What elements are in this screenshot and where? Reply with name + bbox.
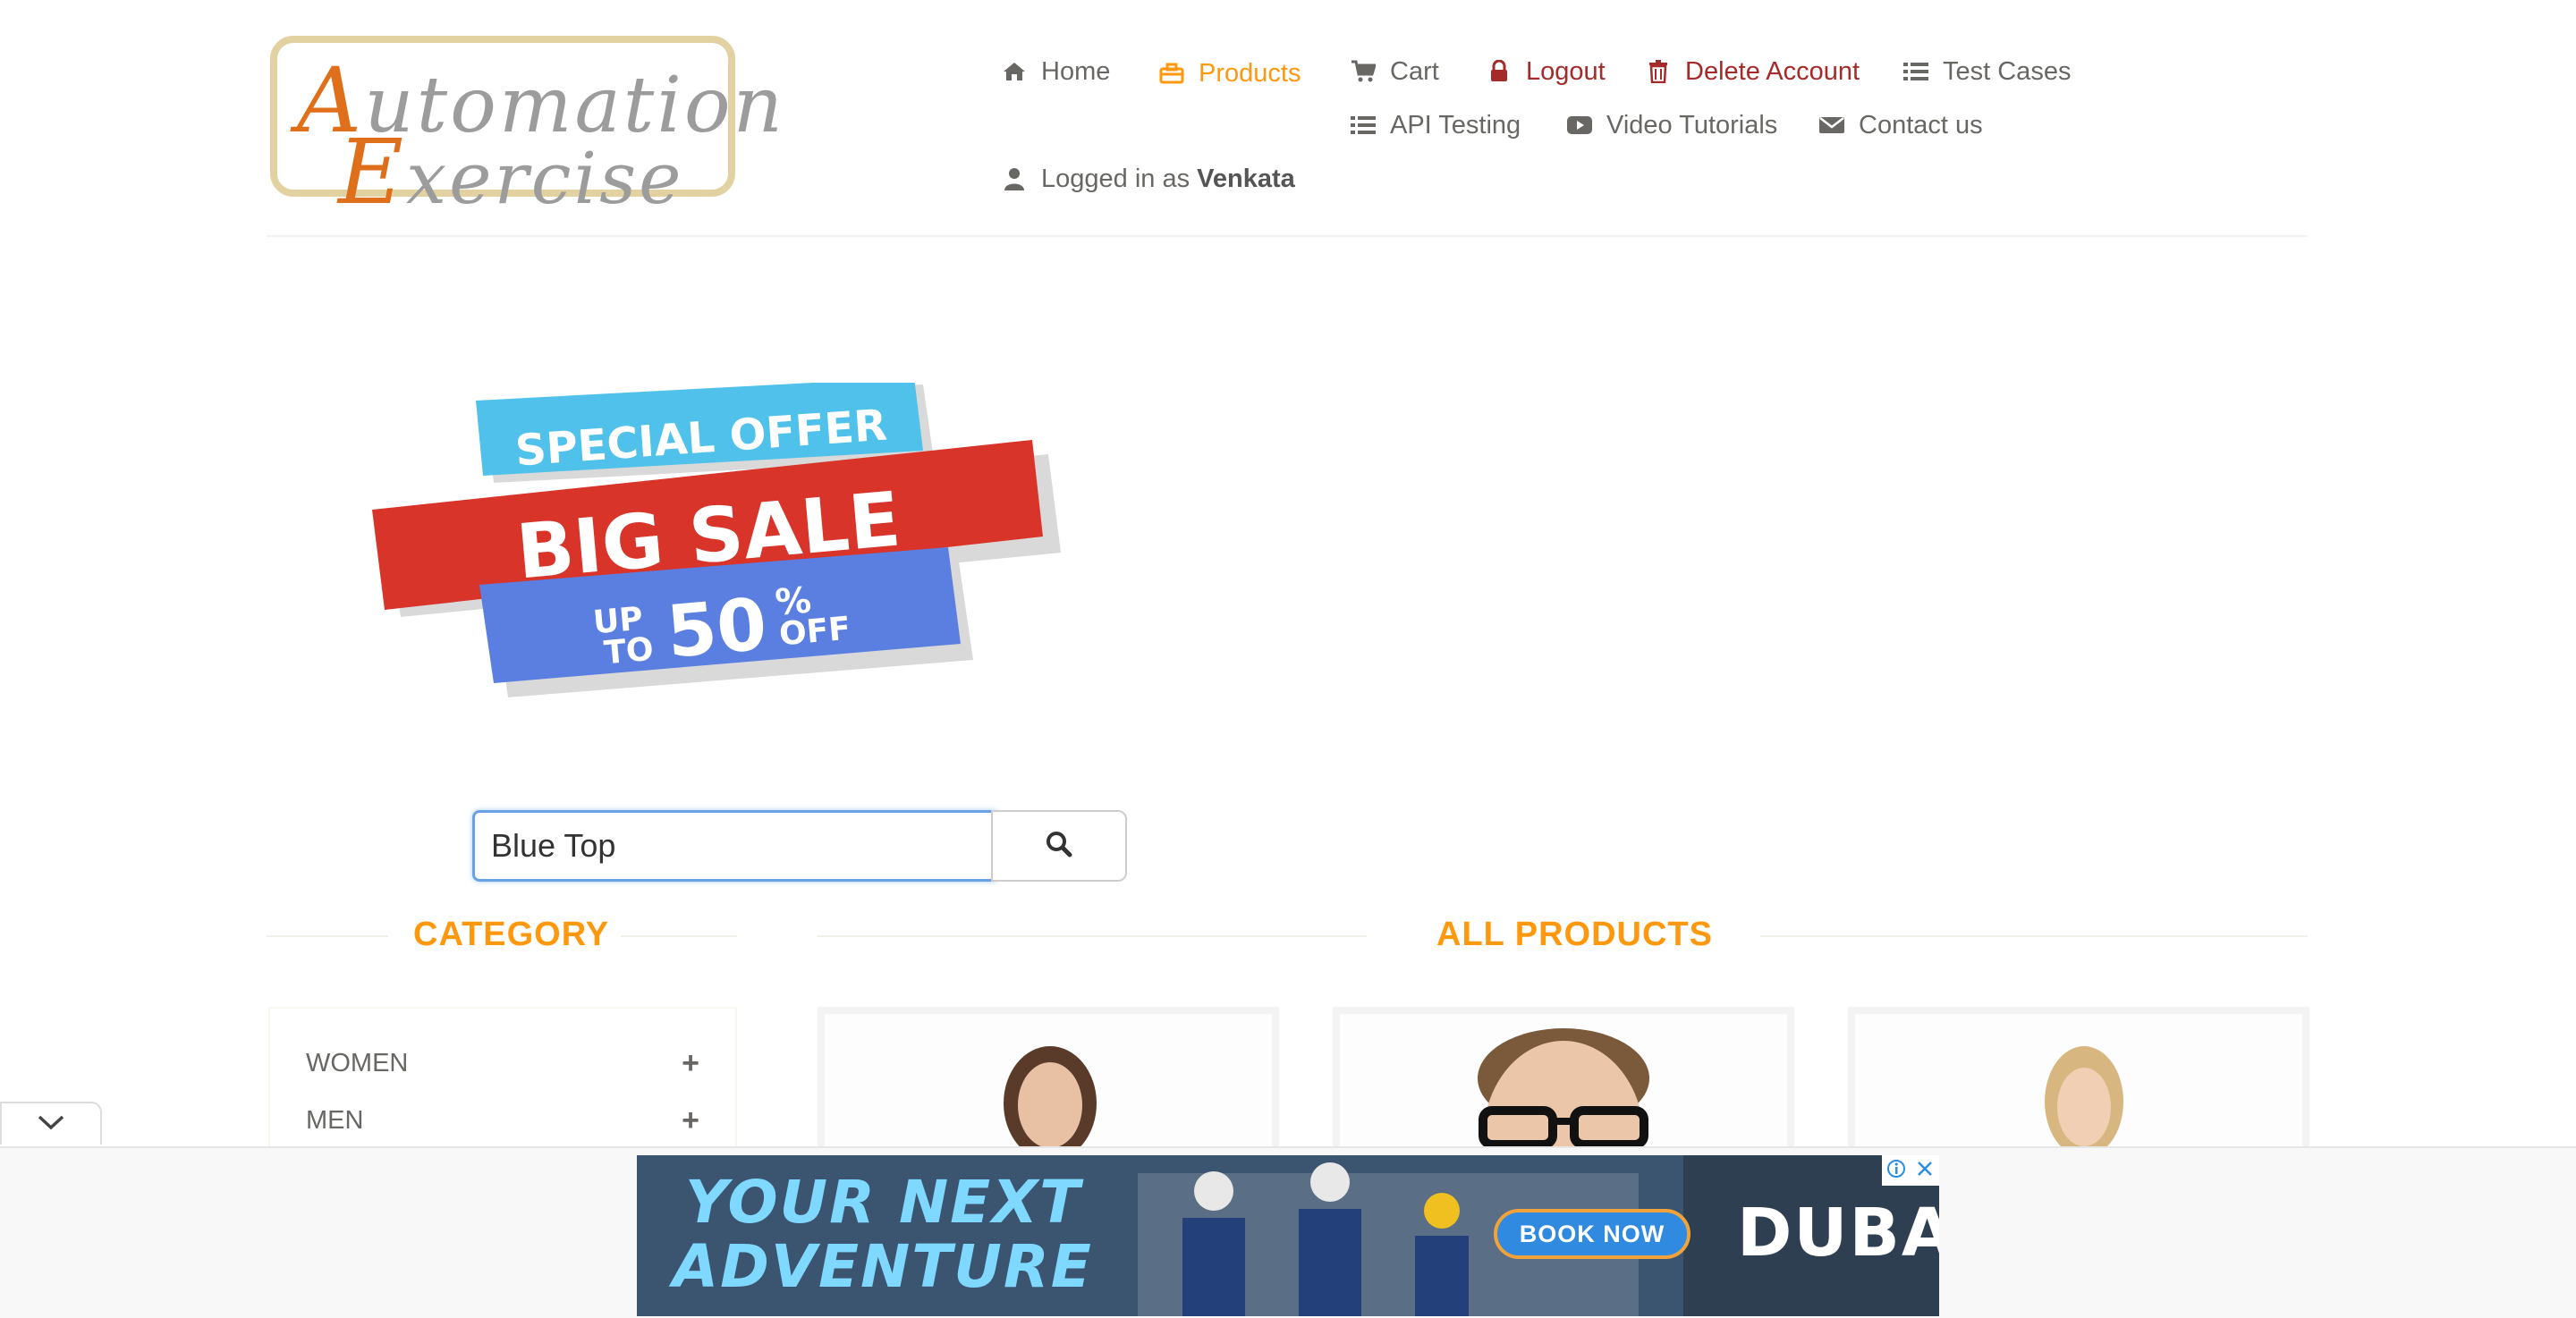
chevron-down-icon — [37, 1113, 65, 1136]
category-title: CATEGORY — [413, 916, 610, 953]
site-logo[interactable]: Automation Exercise — [270, 36, 783, 224]
logged-in-text: Logged in as Venkata — [1041, 164, 1295, 193]
nav-cart[interactable]: Cart — [1351, 54, 1439, 89]
trash-icon — [1646, 59, 1671, 84]
ad-controls — [1882, 1155, 1939, 1186]
username: Venkata — [1197, 164, 1295, 193]
logo-line-2: Exercise — [338, 120, 684, 224]
ad-brand: DUBAI — [1737, 1195, 1939, 1272]
submit-search-button[interactable] — [991, 810, 1127, 882]
nav-contact-us[interactable]: Contact us — [1819, 107, 1983, 143]
ad-close-icon[interactable] — [1915, 1159, 1935, 1183]
category-title-line-left — [267, 935, 388, 937]
category-item-label: MEN — [306, 1105, 364, 1135]
category-item-label: WOMEN — [306, 1048, 409, 1077]
nav-test-cases-label: Test Cases — [1943, 56, 2072, 86]
advertisement[interactable]: YOUR NEXT ADVENTURE BOOK NOW DUBAI — [637, 1155, 1939, 1316]
plus-icon[interactable]: + — [682, 1103, 699, 1138]
ad-info-icon[interactable] — [1886, 1159, 1906, 1183]
nav-contact-us-label: Contact us — [1859, 110, 1983, 139]
sale-banner: SPECIAL OFFER BIG SALE UP TO 50 % OFF — [369, 377, 1063, 697]
nav-api-testing-label: API Testing — [1390, 110, 1521, 139]
nav-delete-account-label: Delete Account — [1685, 56, 1860, 86]
all-products-title: ALL PRODUCTS — [1436, 916, 1713, 953]
banner-off: OFF — [777, 611, 852, 654]
nav-logout[interactable]: Logout — [1487, 54, 1606, 89]
nav-home[interactable]: Home — [1002, 54, 1110, 89]
category-item-women[interactable]: WOMEN + — [306, 1041, 699, 1086]
nav-delete-account[interactable]: Delete Account — [1646, 54, 1860, 89]
nav-video-tutorials[interactable]: Video Tutorials — [1567, 107, 1777, 143]
nav-video-tutorials-label: Video Tutorials — [1606, 110, 1778, 139]
user-icon — [1002, 166, 1027, 191]
nav-home-label: Home — [1041, 56, 1111, 86]
nav-cart-label: Cart — [1390, 56, 1439, 86]
list-icon — [1903, 59, 1928, 84]
briefcase-icon — [1159, 61, 1184, 86]
search-product-input[interactable] — [472, 810, 996, 882]
products-title-line-right — [1760, 935, 2308, 937]
products-title-line-left — [818, 935, 1367, 937]
search-icon — [1046, 831, 1072, 862]
nav-test-cases[interactable]: Test Cases — [1903, 54, 2071, 89]
nav-logged-in-user[interactable]: Logged in as Venkata — [1002, 161, 1295, 197]
ad-book-now-button[interactable]: BOOK NOW — [1494, 1209, 1690, 1259]
ad-headline-1: YOUR NEXT — [685, 1168, 1082, 1237]
banner-to: TO — [603, 631, 656, 672]
plus-icon[interactable]: + — [682, 1046, 699, 1081]
nav-logout-label: Logout — [1526, 56, 1606, 86]
lock-icon — [1487, 59, 1512, 84]
home-icon — [1002, 59, 1027, 84]
category-item-men[interactable]: MEN + — [306, 1098, 699, 1143]
youtube-play-icon — [1567, 113, 1592, 138]
category-title-line-right — [621, 935, 737, 937]
nav-products[interactable]: Products — [1159, 55, 1301, 91]
ad-collapse-toggle[interactable] — [0, 1102, 102, 1145]
shopping-cart-icon — [1351, 59, 1376, 84]
nav-api-testing[interactable]: API Testing — [1351, 107, 1521, 143]
ad-headline-2: ADVENTURE — [673, 1232, 1093, 1301]
list-icon — [1351, 113, 1376, 138]
banner-percent: 50 — [664, 582, 770, 673]
envelope-icon — [1819, 113, 1844, 138]
nav-products-label: Products — [1199, 58, 1301, 88]
header-divider — [267, 235, 2308, 237]
